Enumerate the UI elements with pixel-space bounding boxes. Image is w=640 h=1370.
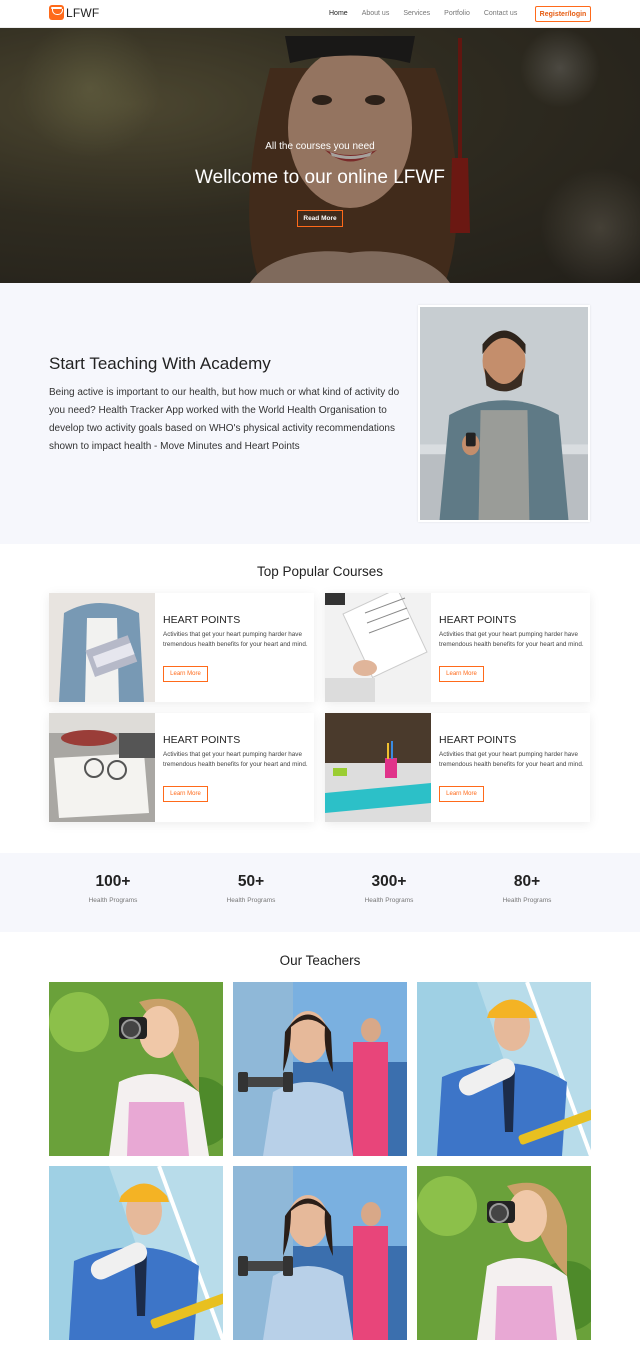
hero-subtitle: All the courses you need bbox=[265, 141, 375, 152]
teacher-photo-fitness[interactable] bbox=[233, 982, 407, 1156]
stat-label: Health Programs bbox=[88, 897, 138, 904]
stat-item: 300+ Health Programs bbox=[329, 873, 449, 904]
stat-label: Health Programs bbox=[364, 897, 414, 904]
about-section: Start Teaching With Academy Being active… bbox=[0, 283, 640, 544]
learn-more-button[interactable]: Learn More bbox=[163, 666, 208, 682]
nav-menu: Home About us Services Portfolio Contact… bbox=[329, 10, 531, 17]
teachers-title: Our Teachers bbox=[279, 953, 361, 968]
learn-more-button[interactable]: Learn More bbox=[439, 786, 484, 802]
teacher-photo-photographer[interactable] bbox=[49, 982, 223, 1156]
glasses-on-book-image bbox=[49, 713, 155, 822]
stat-label: Health Programs bbox=[226, 897, 276, 904]
student-with-books-image bbox=[49, 593, 155, 702]
hero-banner: All the courses you need Wellcome to our… bbox=[0, 28, 640, 283]
notebook-writing-image bbox=[325, 593, 431, 702]
course-title: HEART POINTS bbox=[439, 614, 517, 626]
stat-label: Health Programs bbox=[502, 897, 552, 904]
stat-item: 80+ Health Programs bbox=[467, 873, 587, 904]
courses-title: Top Popular Courses bbox=[256, 564, 384, 579]
read-more-button[interactable]: Read More bbox=[297, 210, 343, 227]
about-text: Being active is important to our health,… bbox=[49, 387, 400, 452]
stat-value: 80+ bbox=[513, 873, 541, 890]
teacher-photo-fitness[interactable] bbox=[233, 1166, 407, 1340]
hero-title: Wellcome to our online LFWF bbox=[195, 167, 445, 188]
course-title: HEART POINTS bbox=[439, 734, 517, 746]
stat-item: 100+ Health Programs bbox=[53, 873, 173, 904]
course-description: Activities that get your heart pumping h… bbox=[439, 631, 584, 648]
about-title: Start Teaching With Academy bbox=[49, 354, 271, 373]
man-with-phone-image bbox=[418, 305, 590, 522]
stat-value: 50+ bbox=[237, 873, 265, 890]
stat-item: 50+ Health Programs bbox=[191, 873, 311, 904]
nav-item-contact[interactable]: Contact us bbox=[484, 10, 517, 17]
hero-overlay bbox=[0, 28, 640, 283]
course-description: Activities that get your heart pumping h… bbox=[163, 631, 308, 648]
nav-item-about[interactable]: About us bbox=[362, 10, 390, 17]
nav-item-home[interactable]: Home bbox=[329, 10, 348, 17]
nav-item-services[interactable]: Services bbox=[403, 10, 430, 17]
logo[interactable]: LFWF bbox=[49, 5, 99, 20]
teacher-photo-engineer[interactable] bbox=[417, 982, 591, 1156]
course-description: Activities that get your heart pumping h… bbox=[439, 751, 584, 768]
graduation-cap-icon bbox=[49, 5, 64, 20]
stat-value: 100+ bbox=[95, 873, 131, 890]
logo-text: LFWF bbox=[66, 5, 100, 20]
nav-item-portfolio[interactable]: Portfolio bbox=[444, 10, 470, 17]
learn-more-button[interactable]: Learn More bbox=[439, 666, 484, 682]
teacher-photo-engineer[interactable] bbox=[49, 1166, 223, 1340]
course-card: HEART POINTS Activities that get your he… bbox=[49, 713, 314, 822]
register-login-button[interactable]: Register/login bbox=[535, 6, 591, 22]
stat-value: 300+ bbox=[371, 873, 407, 890]
classroom-desk-image bbox=[325, 713, 431, 822]
course-title: HEART POINTS bbox=[163, 734, 241, 746]
teacher-photo-photographer[interactable] bbox=[417, 1166, 591, 1340]
course-card: HEART POINTS Activities that get your he… bbox=[325, 593, 590, 702]
stats-section: 100+ Health Programs 50+ Health Programs… bbox=[0, 853, 640, 932]
course-card: HEART POINTS Activities that get your he… bbox=[325, 713, 590, 822]
course-description: Activities that get your heart pumping h… bbox=[163, 751, 308, 768]
learn-more-button[interactable]: Learn More bbox=[163, 786, 208, 802]
course-card: HEART POINTS Activities that get your he… bbox=[49, 593, 314, 702]
top-navbar: LFWF Home About us Services Portfolio Co… bbox=[0, 0, 640, 28]
course-title: HEART POINTS bbox=[163, 614, 241, 626]
